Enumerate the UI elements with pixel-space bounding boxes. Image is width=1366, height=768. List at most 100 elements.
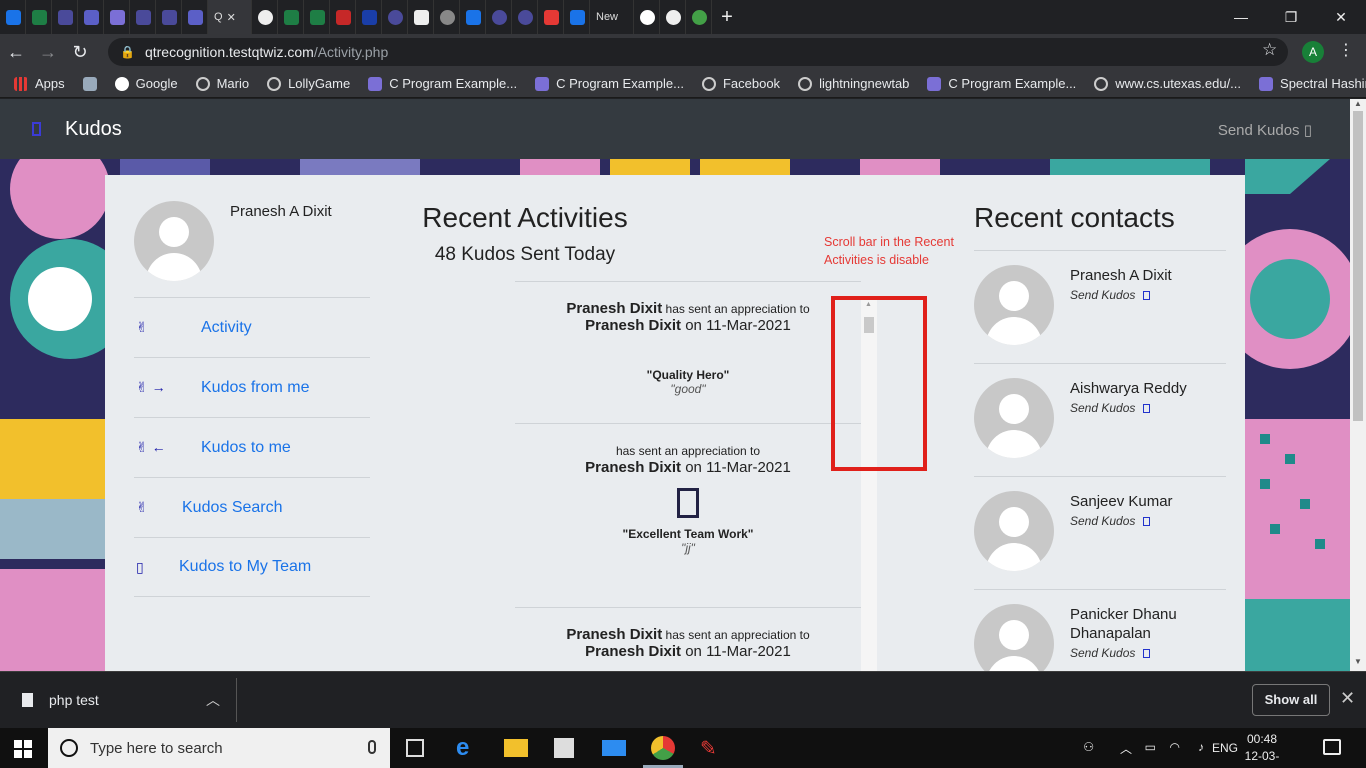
bookmark-item[interactable]: Google (114, 76, 178, 91)
send-kudos-link[interactable]: Send Kudos (1070, 514, 1151, 528)
bookmark-item[interactable]: Mario (195, 76, 249, 91)
badge-icon (677, 488, 699, 518)
tab-extra-12[interactable] (538, 0, 564, 34)
activity-feed[interactable]: Pranesh Dixit has sent an appreciation t… (515, 281, 861, 671)
scroll-down-icon[interactable]: ▼ (1354, 657, 1362, 666)
avatar (134, 201, 214, 281)
new-tab-button[interactable]: + (712, 6, 742, 29)
tab-extra-5[interactable] (356, 0, 382, 34)
close-icon[interactable]: ✕ (1340, 688, 1355, 709)
pen-app-icon[interactable]: ✎ (700, 736, 724, 760)
profile-avatar[interactable]: A (1302, 41, 1324, 63)
people-icon[interactable]: ⚇ (1083, 740, 1094, 754)
restore-icon[interactable]: ❐ (1266, 9, 1316, 26)
bookmark-item[interactable]: Apps (14, 76, 65, 91)
tab-2[interactable]: C (26, 0, 52, 34)
chrome-icon[interactable] (651, 736, 675, 760)
tab-extra-9[interactable] (460, 0, 486, 34)
language-indicator[interactable]: ENG (1212, 741, 1238, 755)
tab-extra-4[interactable] (330, 0, 356, 34)
annotation-highlight-box (831, 296, 927, 471)
show-all-button[interactable]: Show all (1252, 684, 1330, 716)
tab-new[interactable]: New (590, 0, 634, 34)
menu-icon: ▯ (136, 558, 144, 575)
tab-extra-3[interactable] (304, 0, 330, 34)
bookmark-item[interactable]: lightningnewtab (798, 76, 909, 91)
page-scroll-thumb[interactable] (1353, 111, 1363, 421)
tab-8[interactable]: F (182, 0, 208, 34)
send-kudos-link[interactable]: Send Kudos (1070, 646, 1151, 660)
bookmark-favicon-icon (1259, 76, 1274, 91)
mail-icon[interactable] (602, 740, 626, 756)
tab-extra-1[interactable] (252, 0, 278, 34)
microphone-icon[interactable] (368, 740, 376, 754)
tab-extra-6[interactable] (382, 0, 408, 34)
brand-title[interactable]: Kudos (65, 118, 122, 141)
notifications-icon[interactable] (1323, 739, 1341, 755)
close-tab-icon[interactable]: ✕ (227, 11, 236, 24)
activity-line: Pranesh Dixit has sent an appreciation t… (515, 626, 861, 643)
menu-item-kudos-search[interactable]: ✌ Kudos Search (134, 477, 370, 537)
reload-icon[interactable]: ↻ (64, 42, 96, 63)
bookmark-item[interactable]: LollyGame (267, 76, 350, 91)
close-window-icon[interactable]: ✕ (1316, 9, 1366, 26)
bookmark-star-icon[interactable]: ☆ (1262, 40, 1277, 60)
battery-icon[interactable]: ▭ (1145, 740, 1156, 754)
chrome-menu-icon[interactable]: ⋮ (1338, 40, 1354, 60)
send-kudos-label: Send Kudos (1070, 288, 1136, 302)
clock[interactable]: 00:48 12-03-2021 (1238, 731, 1286, 768)
taskbar-search[interactable]: Type here to search (48, 728, 390, 768)
volume-icon[interactable]: ♪ (1198, 740, 1204, 754)
task-view-icon[interactable] (406, 739, 424, 757)
page-scrollbar[interactable]: ▲ ▼ (1350, 99, 1366, 671)
store-icon[interactable] (554, 738, 574, 758)
minimize-icon[interactable]: — (1216, 9, 1266, 26)
scroll-up-icon[interactable]: ▲ (1354, 99, 1362, 108)
edge-icon[interactable]: e (456, 736, 480, 760)
tab-extra-14[interactable] (660, 0, 686, 34)
bookmark-item[interactable]: C Program Example... (535, 76, 684, 91)
badge-title: "Excellent Team Work" (622, 527, 754, 541)
bookmark-item[interactable] (82, 76, 97, 91)
tab-extra-8[interactable] (434, 0, 460, 34)
tab-extra-7[interactable] (408, 0, 434, 34)
url-input[interactable]: 🔒 qtrecognition.testqtwiz.com/Activity.p… (108, 38, 1288, 66)
tab-extra-13[interactable] (564, 0, 590, 34)
send-kudos-label: Send Kudos (1070, 514, 1136, 528)
back-icon[interactable]: ← (0, 42, 32, 63)
tab-1[interactable]: A (0, 0, 26, 34)
tab-4[interactable]: F (78, 0, 104, 34)
bookmark-item[interactable]: C Program Example... (927, 76, 1076, 91)
send-kudos-link[interactable]: Send Kudos (1070, 401, 1151, 415)
tab-google-1[interactable] (634, 0, 660, 34)
bookmark-item[interactable]: Facebook (701, 76, 780, 91)
menu-item-kudos-to-me[interactable]: ✌ ← Kudos to me (134, 417, 370, 477)
menu-item-kudos-to-my-team[interactable]: ▯ Kudos to My Team (134, 537, 370, 597)
tab-extra-10[interactable] (486, 0, 512, 34)
windows-start-icon[interactable] (14, 740, 32, 758)
wifi-icon[interactable]: ◠ (1170, 740, 1180, 754)
tab-3[interactable]: C (52, 0, 78, 34)
forward-icon[interactable]: → (32, 42, 64, 63)
tab-7[interactable]: A (156, 0, 182, 34)
lock-icon[interactable]: 🔒 (120, 45, 135, 59)
bookmark-item[interactable]: C Program Example... (368, 76, 517, 91)
tab-5[interactable]: N (104, 0, 130, 34)
file-explorer-icon[interactable] (504, 739, 528, 757)
chevron-up-icon[interactable]: ︿ (206, 690, 220, 710)
chevron-up-icon[interactable]: ︿ (1120, 740, 1132, 757)
tab-extra-15[interactable] (686, 0, 712, 34)
download-bar: php test ︿ Show all ✕ (0, 671, 1366, 728)
tab-6[interactable]: C (130, 0, 156, 34)
menu-item-activity[interactable]: ✌ Activity (134, 297, 370, 357)
menu-item-kudos-from-me[interactable]: ✌ → Kudos from me (134, 357, 370, 417)
box-icon: ▯ (1303, 122, 1312, 139)
download-item[interactable]: php test (22, 692, 99, 708)
bookmark-item[interactable]: Spectral Hashing (1259, 76, 1366, 91)
send-kudos-link[interactable]: Send Kudos (1070, 288, 1151, 302)
tab-extra-2[interactable] (278, 0, 304, 34)
bookmark-item[interactable]: www.cs.utexas.edu/... (1094, 76, 1241, 91)
tab-active[interactable]: Q ✕ (208, 0, 252, 34)
tab-extra-11[interactable] (512, 0, 538, 34)
send-kudos-nav-link[interactable]: Send Kudos ▯ (1218, 121, 1312, 139)
